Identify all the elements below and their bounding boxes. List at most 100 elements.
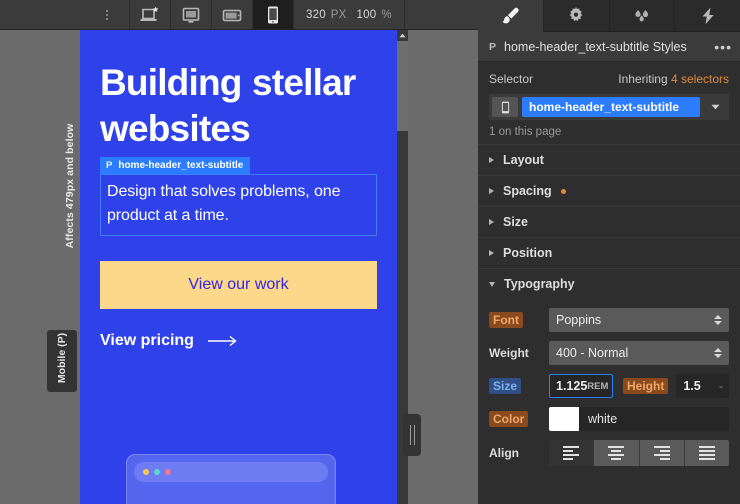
section-position[interactable]: Position bbox=[478, 237, 740, 268]
size-label-slot: Size bbox=[489, 378, 541, 394]
panel-title-bar: P home-header_text-subtitle Styles ••• bbox=[478, 32, 740, 62]
section-layout[interactable]: Layout bbox=[478, 144, 740, 175]
font-family-select[interactable]: Poppins bbox=[549, 308, 729, 332]
kebab-menu-button[interactable] bbox=[85, 0, 129, 29]
line-height-input[interactable]: 1.5 - bbox=[676, 374, 729, 398]
inheriting-count[interactable]: 4 selectors bbox=[671, 72, 729, 86]
tab-effects[interactable] bbox=[609, 0, 676, 32]
selector-section: Selector Inheriting 4 selectors home-hea… bbox=[478, 62, 740, 144]
webflow-designer-window: 320 PX 100 % Affects 479px and below Mob… bbox=[0, 0, 740, 504]
gear-icon bbox=[569, 6, 583, 21]
font-label[interactable]: Font bbox=[489, 312, 523, 328]
selector-class-chip[interactable]: home-header_text-subtitle bbox=[522, 97, 700, 117]
selector-device-button[interactable] bbox=[492, 97, 518, 117]
color-label-slot: Color bbox=[489, 411, 541, 427]
inheriting-prefix: Inheriting bbox=[618, 72, 671, 86]
view-our-work-label: View our work bbox=[188, 276, 289, 293]
selection-badge-prefix: P bbox=[106, 160, 113, 171]
selector-input-row[interactable]: home-header_text-subtitle bbox=[489, 94, 729, 120]
stepper-icon bbox=[714, 348, 722, 358]
page-viewport[interactable]: Building stellar websites P home-header_… bbox=[80, 30, 397, 504]
toolbar-left-spacer bbox=[0, 0, 85, 29]
tab-style[interactable] bbox=[478, 0, 544, 32]
text-align-group bbox=[549, 440, 729, 466]
hero-subtitle-text: Design that solves problems, one product… bbox=[107, 183, 341, 224]
font-label-slot: Font bbox=[489, 312, 541, 328]
canvas-area: 320 PX 100 % Affects 479px and below Mob… bbox=[0, 0, 478, 504]
align-left-button[interactable] bbox=[549, 440, 595, 466]
chevron-right-icon bbox=[489, 188, 494, 194]
hero-section: Building stellar websites P home-header_… bbox=[80, 30, 397, 350]
view-pricing-link[interactable]: View pricing bbox=[100, 332, 377, 350]
mobile-icon bbox=[268, 6, 278, 23]
selector-label: Selector bbox=[489, 72, 534, 86]
align-left-icon bbox=[563, 446, 580, 460]
browser-mockup-addressbar bbox=[134, 462, 328, 482]
browser-dot-yellow bbox=[143, 469, 149, 475]
section-layout-label: Layout bbox=[503, 153, 544, 167]
canvas-zoom-value: 100 bbox=[356, 8, 377, 21]
section-spacing-label: Spacing bbox=[503, 184, 552, 198]
kebab-icon bbox=[106, 9, 108, 20]
selection-outline[interactable]: Design that solves problems, one product… bbox=[100, 174, 377, 236]
font-size-unit[interactable]: REM bbox=[587, 381, 608, 392]
style-inspector-panel: P home-header_text-subtitle Styles ••• S… bbox=[478, 0, 740, 504]
align-center-icon bbox=[608, 446, 625, 460]
line-height-label[interactable]: Height bbox=[623, 378, 669, 394]
chevron-right-icon bbox=[489, 250, 494, 256]
breakpoint-chip[interactable]: Mobile (P) bbox=[47, 330, 77, 392]
browser-mockup-card bbox=[126, 454, 336, 504]
device-monitor-button[interactable] bbox=[170, 0, 211, 29]
size-label[interactable]: Size bbox=[489, 378, 522, 394]
canvas-scrollbar-thumb[interactable] bbox=[397, 41, 408, 131]
device-tablet-button[interactable] bbox=[211, 0, 252, 29]
device-mobile-button[interactable] bbox=[252, 0, 293, 29]
align-right-icon bbox=[653, 446, 670, 460]
selection-badge[interactable]: P home-header_text-subtitle bbox=[100, 157, 251, 174]
font-family-row: Font Poppins bbox=[489, 308, 729, 332]
align-justify-icon bbox=[698, 446, 715, 460]
line-height-value: 1.5 bbox=[683, 379, 701, 393]
chevron-down-icon[interactable] bbox=[704, 97, 726, 117]
view-our-work-button[interactable]: View our work bbox=[100, 261, 377, 309]
droplets-icon bbox=[635, 9, 648, 21]
section-typography-label: Typography bbox=[504, 277, 575, 291]
canvas-size-readout[interactable]: 320 PX 100 % bbox=[293, 0, 404, 29]
color-label[interactable]: Color bbox=[489, 411, 529, 427]
desktop-starred-icon bbox=[140, 6, 159, 21]
section-typography[interactable]: Typography bbox=[478, 268, 740, 299]
font-weight-row: Weight 400 - Normal bbox=[489, 341, 729, 365]
font-size-row: Size 1.125 REM Height 1.5 - bbox=[489, 374, 729, 398]
chevron-right-icon bbox=[489, 219, 494, 225]
font-weight-select[interactable]: 400 - Normal bbox=[549, 341, 729, 365]
align-label: Align bbox=[489, 446, 519, 460]
scroll-up-arrow-icon[interactable] bbox=[397, 30, 408, 41]
color-value: white bbox=[588, 412, 618, 426]
typography-properties: Font Poppins Weight 400 - Normal Size 1.… bbox=[478, 299, 740, 466]
stepper-icon bbox=[714, 315, 722, 325]
panel-more-button[interactable]: ••• bbox=[714, 40, 732, 54]
device-desktop-button[interactable] bbox=[129, 0, 170, 29]
lightning-icon bbox=[702, 7, 714, 24]
browser-dot-red bbox=[165, 469, 171, 475]
paintbrush-icon bbox=[502, 7, 520, 23]
panel-title-text: home-header_text-subtitle Styles bbox=[504, 39, 687, 54]
align-justify-button[interactable] bbox=[684, 440, 729, 466]
chevron-down-icon bbox=[489, 281, 495, 287]
color-swatch[interactable] bbox=[549, 407, 579, 431]
line-height-unit[interactable]: - bbox=[719, 379, 723, 393]
section-size[interactable]: Size bbox=[478, 206, 740, 237]
section-spacing[interactable]: Spacing bbox=[478, 175, 740, 206]
align-center-button[interactable] bbox=[594, 440, 640, 466]
canvas-resize-handle[interactable] bbox=[403, 414, 421, 456]
tab-settings[interactable] bbox=[543, 0, 610, 32]
hero-title[interactable]: Building stellar websites bbox=[100, 60, 377, 151]
text-color-field[interactable]: white bbox=[549, 407, 729, 431]
tab-interactions[interactable] bbox=[675, 0, 740, 32]
font-size-input[interactable]: 1.125 REM bbox=[549, 374, 613, 398]
modified-indicator-dot bbox=[560, 188, 566, 194]
inheriting-info: Inheriting 4 selectors bbox=[618, 72, 729, 86]
resize-grip-line bbox=[409, 425, 411, 445]
align-right-button[interactable] bbox=[639, 440, 685, 466]
panel-title-prefix: P bbox=[489, 40, 497, 53]
